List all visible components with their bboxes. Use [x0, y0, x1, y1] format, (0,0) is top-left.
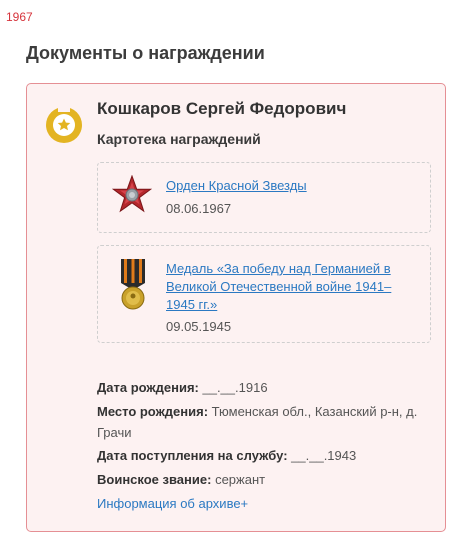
page-title: Документы о награждении [26, 43, 265, 63]
birth-place-row: Место рождения: Тюменская обл., Казански… [97, 401, 437, 443]
year-label: 1967 [6, 10, 33, 24]
service-date-row: Дата поступления на службу: __.__.1943 [97, 445, 437, 466]
award-badge-icon [46, 105, 82, 143]
service-date-label: Дата поступления на службу: [97, 448, 292, 463]
award-document-card: Кошкаров Сергей Федорович Картотека нагр… [26, 83, 446, 532]
birth-date-value: __.__.1916 [202, 380, 268, 395]
red-star-order-icon [112, 175, 152, 213]
military-rank-label: Воинское звание: [97, 472, 216, 487]
birth-place-label: Место рождения: [97, 404, 212, 419]
military-rank-row: Воинское звание: сержант [97, 469, 437, 490]
award-link-victory-medal[interactable]: Медаль «За победу над Германией в Велико… [166, 260, 406, 314]
award-date: 08.06.1967 [166, 201, 232, 216]
service-date-value: __.__.1943 [291, 448, 357, 463]
person-name: Кошкаров Сергей Федорович [97, 99, 347, 118]
award-date: 09.05.1945 [166, 319, 232, 334]
award-item: Медаль «За победу над Германией в Велико… [97, 245, 431, 343]
archive-info-link[interactable]: Информация об архиве+ [97, 493, 248, 514]
award-link-red-star[interactable]: Орден Красной Звезды [166, 177, 406, 195]
military-rank-value: сержант [215, 472, 266, 487]
card-subtitle: Картотека награждений [97, 131, 261, 147]
birth-date-row: Дата рождения: __.__.1916 [97, 377, 437, 398]
victory-medal-icon [121, 259, 145, 310]
birth-date-label: Дата рождения: [97, 380, 203, 395]
award-item: Орден Красной Звезды 08.06.1967 [97, 162, 431, 233]
